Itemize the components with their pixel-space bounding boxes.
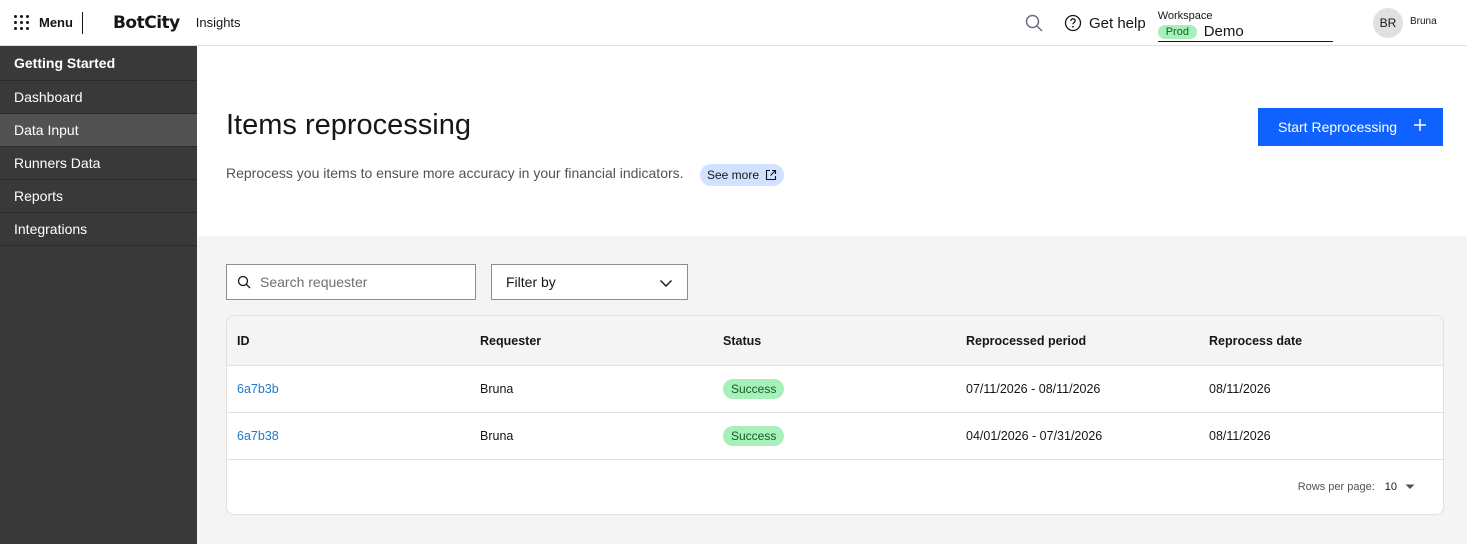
- workspace-env-badge: Prod: [1157, 25, 1197, 39]
- menu-button[interactable]: Menu: [0, 0, 82, 45]
- status-badge: Success: [723, 426, 785, 446]
- plus-icon: [1414, 119, 1426, 131]
- column-header-reprocess-date[interactable]: Reprocess date: [1199, 334, 1439, 348]
- column-header-status[interactable]: Status: [713, 334, 956, 348]
- search-requester-input[interactable]: [260, 274, 460, 290]
- workspace-label: Workspace: [1157, 10, 1213, 22]
- header-actions: Get help Workspace Prod Demo: [1024, 0, 1333, 46]
- search-requester-field[interactable]: [226, 264, 476, 300]
- workspace-selector[interactable]: Workspace Prod Demo: [1157, 4, 1333, 42]
- start-reprocessing-button[interactable]: Start Reprocessing: [1258, 108, 1443, 146]
- avatar[interactable]: BR: [1373, 8, 1403, 38]
- row-reprocess-date: 08/11/2026: [1209, 382, 1271, 396]
- sidebar-item-integrations[interactable]: Integrations: [0, 213, 197, 246]
- help-icon: [1064, 14, 1082, 32]
- row-id-link[interactable]: 6a7b38: [237, 429, 279, 443]
- column-header-requester[interactable]: Requester: [470, 334, 713, 348]
- page-header-section: Items reprocessing Reprocess you items t…: [197, 46, 1467, 236]
- row-reprocessed-period: 04/01/2026 - 07/31/2026: [966, 429, 1103, 443]
- pagination: Rows per page: 10: [1298, 481, 1415, 493]
- column-header-id[interactable]: ID: [227, 334, 470, 348]
- row-id-link[interactable]: 6a7b3b: [237, 382, 279, 396]
- external-link-icon: [765, 169, 777, 181]
- page-title: Items reprocessing: [226, 109, 471, 141]
- page-description: Reprocess you items to ensure more accur…: [226, 165, 684, 181]
- sidebar-item-dashboard[interactable]: Dashboard: [0, 81, 197, 114]
- row-requester: Bruna: [480, 429, 514, 443]
- app-grid-icon: [14, 15, 29, 30]
- column-header-reprocessed-period[interactable]: Reprocessed period: [956, 334, 1199, 348]
- row-reprocess-date: 08/11/2026: [1209, 429, 1271, 443]
- row-requester: Bruna: [480, 382, 514, 396]
- product-name: Insights: [195, 15, 241, 30]
- user-name[interactable]: Bruna: [1410, 16, 1437, 27]
- rows-per-page-value: 10: [1384, 481, 1397, 493]
- sidebar-item-getting-started[interactable]: Getting Started: [0, 46, 197, 81]
- table-row: 6a7b38 Bruna Success 04/01/2026 - 07/31/…: [227, 413, 1443, 460]
- filter-label: Filter by: [506, 274, 556, 290]
- table-header: ID Requester Status Reprocessed period R…: [227, 316, 1443, 366]
- sidebar-item-reports[interactable]: Reports: [0, 180, 197, 213]
- start-reprocessing-label: Start Reprocessing: [1278, 119, 1398, 135]
- get-help-button[interactable]: Get help: [1064, 14, 1146, 32]
- sidebar-item-data-input[interactable]: Data Input: [0, 114, 197, 147]
- sidebar-item-runners-data[interactable]: Runners Data: [0, 147, 197, 180]
- see-more-label: See more: [707, 168, 760, 182]
- top-header: Menu BotCity Insights Get help Workspace…: [0, 0, 1467, 46]
- row-reprocessed-period: 07/11/2026 - 08/11/2026: [966, 382, 1101, 396]
- chevron-down-icon: [660, 280, 672, 287]
- header-divider: [81, 11, 83, 34]
- rows-per-page-label: Rows per page:: [1297, 481, 1375, 493]
- sidebar: Getting Started Dashboard Data Input Run…: [0, 46, 197, 544]
- see-more-link[interactable]: See more: [700, 164, 785, 186]
- rows-per-page-select[interactable]: 10: [1385, 481, 1415, 493]
- botcity-logo[interactable]: BotCity: [113, 13, 180, 33]
- search-icon[interactable]: [1024, 13, 1044, 33]
- workspace-name: Demo: [1203, 23, 1244, 40]
- reprocessing-table: ID Requester Status Reprocessed period R…: [226, 315, 1444, 515]
- menu-label: Menu: [39, 15, 73, 30]
- get-help-label: Get help: [1089, 14, 1146, 32]
- filter-dropdown[interactable]: Filter by: [491, 264, 688, 300]
- search-icon: [237, 275, 251, 289]
- caret-down-icon: [1405, 484, 1415, 489]
- table-row: 6a7b3b Bruna Success 07/11/2026 - 08/11/…: [227, 366, 1443, 413]
- status-badge: Success: [723, 379, 785, 399]
